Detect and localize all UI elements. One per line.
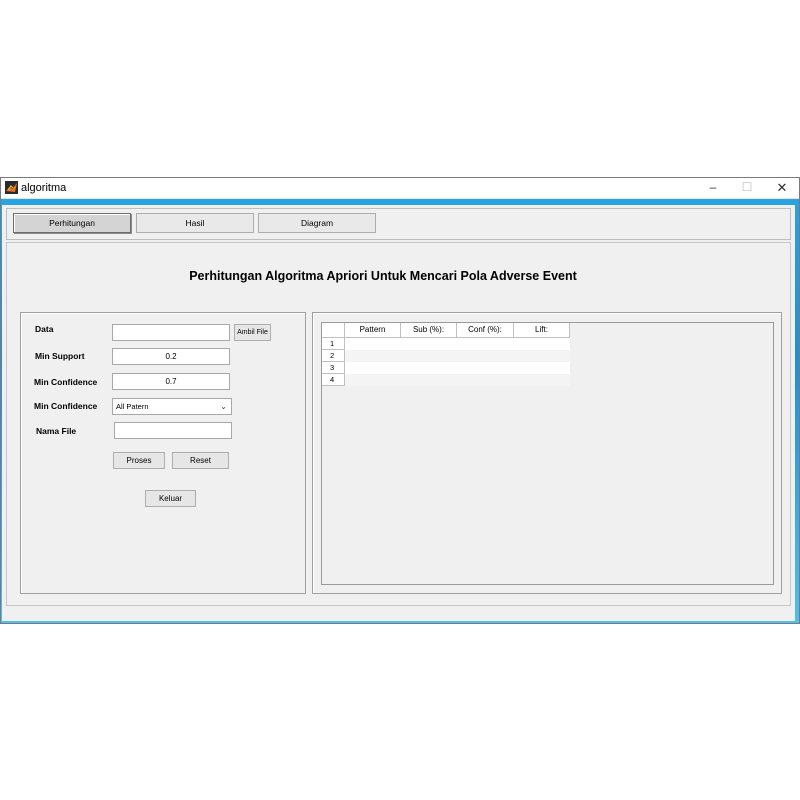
proses-button[interactable]: Proses [113, 452, 165, 469]
data-field[interactable] [112, 324, 230, 341]
pattern-select[interactable]: All Patern ⌄ [112, 398, 232, 415]
ambil-file-button[interactable]: Ambil File [234, 324, 271, 341]
column-header-conf[interactable]: Conf (%): [457, 323, 514, 338]
keluar-button[interactable]: Keluar [145, 490, 196, 507]
tab-bar: Perhitungan Hasil Diagram [6, 208, 791, 240]
app-window: algoritma – ☐ ✕ Perhitungan Hasil Diagra… [0, 177, 800, 624]
chevron-down-icon: ⌄ [220, 402, 227, 411]
table-row[interactable] [345, 350, 570, 362]
row-header: 2 [322, 350, 345, 362]
result-panel: Pattern Sub (%): Conf (%): Lift: 1 2 3 4 [312, 312, 782, 594]
nama-file-field[interactable] [114, 422, 232, 439]
page-title: Perhitungan Algoritma Apriori Untuk Menc… [189, 269, 577, 283]
window-title: algoritma [21, 182, 67, 194]
tab-hasil[interactable]: Hasil [136, 213, 254, 233]
column-header-lift[interactable]: Lift: [514, 323, 570, 338]
pattern-select-label: Min Confidence [34, 401, 98, 411]
table-row[interactable] [345, 374, 570, 386]
nama-file-label: Nama File [36, 426, 77, 436]
min-confidence-field[interactable]: 0.7 [112, 373, 230, 390]
table-corner [322, 323, 345, 338]
maximize-button[interactable]: ☐ [730, 178, 764, 198]
minimize-button[interactable]: – [696, 178, 730, 198]
table-row[interactable] [345, 362, 570, 374]
reset-button[interactable]: Reset [172, 452, 229, 469]
input-panel: Data Ambil File Min Support 0.2 Min Conf… [20, 312, 306, 594]
row-header: 1 [322, 338, 345, 350]
min-support-label: Min Support [35, 351, 85, 361]
data-label: Data [35, 324, 54, 334]
close-button[interactable]: ✕ [765, 178, 799, 198]
pattern-select-value: All Patern [116, 402, 149, 411]
min-confidence-label: Min Confidence [34, 377, 98, 387]
title-bar: algoritma – ☐ ✕ [1, 178, 799, 199]
tab-diagram[interactable]: Diagram [258, 213, 376, 233]
result-table[interactable]: Pattern Sub (%): Conf (%): Lift: 1 2 3 4 [321, 322, 774, 585]
min-support-field[interactable]: 0.2 [112, 348, 230, 365]
tab-perhitungan[interactable]: Perhitungan [13, 213, 131, 233]
table-row[interactable] [345, 338, 570, 350]
matlab-app-icon [5, 181, 18, 194]
row-header: 3 [322, 362, 345, 374]
column-header-pattern[interactable]: Pattern [345, 323, 401, 338]
main-panel: Perhitungan Algoritma Apriori Untuk Menc… [6, 242, 791, 606]
window-content: Perhitungan Hasil Diagram Perhitungan Al… [2, 205, 795, 621]
column-header-sub[interactable]: Sub (%): [401, 323, 457, 338]
row-header: 4 [322, 374, 345, 386]
